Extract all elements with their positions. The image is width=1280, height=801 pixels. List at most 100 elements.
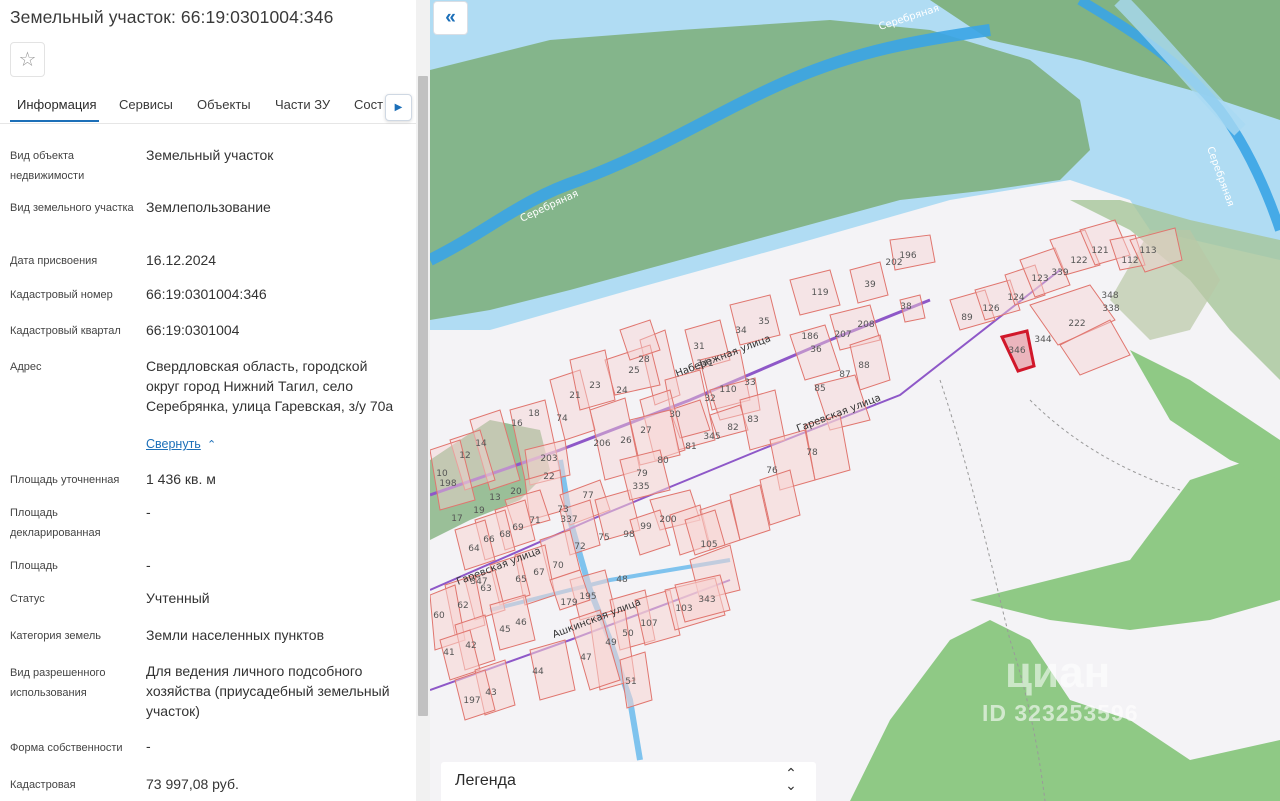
label-cadastral-value: Кадастровая	[10, 779, 76, 791]
parcel-label: 87	[839, 370, 850, 380]
parcel-label: 32	[704, 394, 715, 404]
parcel-label: 12	[459, 451, 470, 461]
parcel-label: 45	[499, 625, 510, 635]
label-land-category: Категория земель	[10, 630, 101, 642]
parcel-label: 338	[1102, 304, 1119, 314]
parcel-label: 66	[483, 535, 495, 545]
page-title: Земельный участок: 66:19:0301004:346	[10, 7, 334, 27]
parcel-label: 25	[628, 366, 639, 376]
parcel-label: 335	[632, 482, 649, 492]
parcel-label: 27	[640, 426, 651, 436]
parcel-label: 345	[703, 432, 720, 442]
label-address: Адрес	[10, 361, 42, 373]
value-object-type: Земельный участок	[146, 147, 274, 163]
parcel-label: 44	[532, 667, 544, 677]
parcel-label: 339	[1051, 268, 1068, 278]
value-cadastral-number: 66:19:0301004:346	[146, 286, 267, 302]
parcel-label: 43	[485, 688, 496, 698]
parcel-label: 343	[698, 595, 715, 605]
parcel-label: 124	[1007, 293, 1024, 303]
parcel-label: 69	[512, 523, 524, 533]
parcel-label: 16	[511, 419, 523, 429]
label-land-type: Вид земельного участка	[10, 202, 134, 214]
value-status: Учтенный	[146, 590, 210, 606]
label-area-declared: Площадь декларированная	[10, 507, 101, 539]
parcel-label: 195	[579, 592, 596, 602]
parcel-label: 89	[961, 313, 973, 323]
parcel-label: 348	[1101, 291, 1118, 301]
parcel-label: 68	[499, 530, 511, 540]
parcel-label: 207	[834, 330, 851, 340]
parcel-label: 337	[560, 515, 577, 525]
tab-parts[interactable]: Части ЗУ	[275, 97, 330, 112]
value-address: Свердловская область, городской округ го…	[146, 358, 394, 414]
parcel-label: 31	[693, 342, 704, 352]
parcel-label: 206	[593, 439, 610, 449]
parcel-label: 122	[1070, 256, 1087, 266]
parcel-label: 73	[557, 505, 568, 515]
parcel-label: 110	[719, 385, 736, 395]
map-canvas[interactable]: 348 338 222 344 346 124 126 89 123 339 1…	[430, 0, 1280, 801]
tab-objects[interactable]: Объекты	[197, 97, 251, 112]
parcel-label: 62	[457, 601, 468, 611]
legend-bar[interactable]: Легенда ⌃ ⌄	[441, 762, 816, 801]
parcel-label: 71	[529, 516, 540, 526]
parcel-label: 34	[735, 326, 747, 336]
parcel-label: 17	[451, 514, 462, 524]
parcel-label: 47	[580, 653, 591, 663]
parcel-label: 197	[463, 696, 480, 706]
parcel-label: 39	[864, 280, 876, 290]
collapse-address-link[interactable]: Свернуть	[146, 437, 201, 451]
parcel-label: 14	[475, 439, 487, 449]
parcel-label: 83	[747, 415, 758, 425]
parcel-label: 126	[982, 304, 999, 314]
legend-title: Легенда	[455, 772, 516, 789]
parcel-label: 36	[810, 345, 822, 355]
parcel-label: 24	[616, 386, 628, 396]
active-tab-indicator	[10, 120, 99, 122]
double-chevron-left-icon: «	[445, 7, 456, 28]
parcel-label: 179	[560, 598, 577, 608]
parcel-label: 49	[605, 638, 617, 648]
chevron-up-icon[interactable]: ⌃	[207, 438, 216, 451]
parcel-label: 75	[598, 533, 609, 543]
parcel-label: 200	[659, 515, 676, 525]
parcel-label: 22	[543, 472, 554, 482]
value-cadastral-value: 73 997,08 руб.	[146, 776, 239, 792]
value-area-declared: -	[146, 504, 151, 520]
parcel-label: 23	[589, 381, 600, 391]
parcel-label: 30	[669, 410, 681, 420]
parcel-label: 88	[858, 361, 870, 371]
panel-scrollbar-thumb[interactable]	[418, 76, 428, 716]
value-permitted-use: Для ведения личного подсобного хозяйства…	[146, 663, 390, 719]
parcel-label: 112	[1121, 256, 1138, 266]
favorite-button[interactable]: ☆	[10, 42, 45, 77]
chevron-up-down-icon[interactable]: ⌃ ⌄	[781, 766, 801, 792]
parcel-label: 107	[640, 619, 657, 629]
parcel-label: 74	[556, 414, 568, 424]
tab-bar: Информация Сервисы Объекты Части ЗУ Сост…	[0, 86, 416, 124]
parcel-label: 65	[515, 575, 526, 585]
cadastral-map[interactable]: 348 338 222 344 346 124 126 89 123 339 1…	[430, 0, 1280, 801]
parcel-label: 85	[814, 384, 825, 394]
parcel-label: 42	[465, 641, 476, 651]
parcel-label: 51	[625, 677, 636, 687]
parcel-label: 20	[510, 487, 522, 497]
value-area: -	[146, 557, 151, 573]
value-ownership: -	[146, 738, 151, 754]
tab-services[interactable]: Сервисы	[119, 97, 173, 112]
parcel-label: 208	[857, 320, 874, 330]
collapse-panel-button[interactable]: «	[433, 1, 468, 35]
tab-information[interactable]: Информация	[17, 97, 97, 112]
parcel-label: 121	[1091, 246, 1108, 256]
parcel-label: 26	[620, 436, 632, 446]
value-land-category: Земли населенных пунктов	[146, 627, 325, 643]
parcel-label: 76	[766, 466, 778, 476]
parcel-label: 103	[675, 604, 692, 614]
label-ownership: Форма собственности	[10, 742, 123, 754]
tabs-scroll-right-button[interactable]: ▶	[385, 94, 412, 121]
parcel-label: 60	[433, 611, 445, 621]
parcel-label: 222	[1068, 319, 1085, 329]
parcel-label: 203	[540, 454, 557, 464]
parcel-label: 28	[638, 355, 650, 365]
